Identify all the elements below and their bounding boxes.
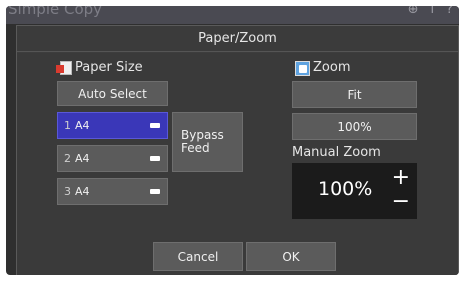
paper-size-label-text: Paper Size <box>75 60 143 75</box>
tray-2-button[interactable]: 2 A4 <box>57 145 168 172</box>
app-title: Simple Copy <box>8 6 103 18</box>
tray-number: 1 <box>64 119 71 132</box>
bypass-feed-button[interactable]: Bypass Feed <box>172 112 243 172</box>
zoom-icon <box>294 60 310 76</box>
paper-icon <box>56 60 72 75</box>
top-icons: ⊕ i ? <box>408 6 453 19</box>
ok-button[interactable]: OK <box>246 242 336 271</box>
manual-zoom-value: 100% <box>318 178 373 200</box>
tray-size: A4 <box>75 185 90 198</box>
globe-icon[interactable]: ⊕ <box>408 6 419 19</box>
dialog-body: Paper Size Auto Select 1 A4 2 A4 3 A4 By… <box>17 53 458 275</box>
zoom-decrease-button[interactable]: − <box>392 189 410 214</box>
fit-button[interactable]: Fit <box>292 81 417 108</box>
bypass-label-line2: Feed <box>181 141 210 155</box>
zoom-label: Zoom <box>294 60 351 76</box>
dialog-title: Paper/Zoom <box>17 26 458 52</box>
help-icon[interactable]: ? <box>446 6 453 19</box>
app-titlebar: Simple Copy ⊕ i ? <box>6 6 459 24</box>
tray-3-button[interactable]: 3 A4 <box>57 178 168 205</box>
tray-icon <box>150 156 160 161</box>
tray-number: 3 <box>64 185 71 198</box>
auto-select-button[interactable]: Auto Select <box>57 81 168 106</box>
paper-size-label: Paper Size <box>56 60 143 75</box>
zoom-100-button[interactable]: 100% <box>292 113 417 140</box>
paper-zoom-dialog: Paper/Zoom Paper Size Auto Select 1 A4 2… <box>16 25 459 275</box>
info-icon[interactable]: i <box>430 6 434 19</box>
manual-zoom-label: Manual Zoom <box>292 145 381 160</box>
tray-icon <box>150 123 160 128</box>
tray-size: A4 <box>75 152 90 165</box>
device-frame: Simple Copy ⊕ i ? Paper/Zoom Paper Size … <box>6 6 459 275</box>
tray-number: 2 <box>64 152 71 165</box>
tray-icon <box>150 189 160 194</box>
manual-zoom-display: 100% + − <box>292 163 417 219</box>
zoom-label-text: Zoom <box>313 60 351 75</box>
tray-size: A4 <box>75 119 90 132</box>
cancel-button[interactable]: Cancel <box>153 242 243 271</box>
zoom-increase-button[interactable]: + <box>392 165 410 190</box>
tray-1-button[interactable]: 1 A4 <box>57 112 168 139</box>
